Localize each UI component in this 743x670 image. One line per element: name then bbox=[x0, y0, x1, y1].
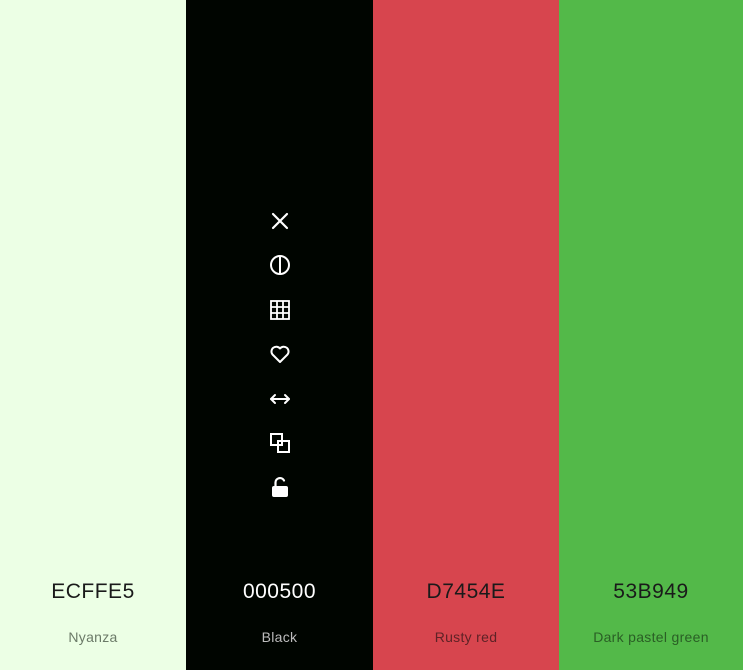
swatch-color-name[interactable]: Dark pastel green bbox=[559, 629, 743, 645]
favorite-button[interactable] bbox=[265, 339, 295, 369]
drag-button[interactable] bbox=[265, 384, 295, 414]
remove-color-button[interactable] bbox=[265, 206, 295, 236]
swatch-toolbar bbox=[186, 206, 373, 517]
swatch-hex-code[interactable]: D7454E bbox=[373, 580, 559, 604]
close-icon bbox=[271, 212, 288, 230]
view-shades-button[interactable] bbox=[265, 250, 295, 280]
copy-icon bbox=[269, 432, 290, 453]
swatch-hex-code[interactable]: ECFFE5 bbox=[0, 580, 186, 604]
swatch-hex-code[interactable]: 000500 bbox=[186, 580, 373, 604]
shades-grid-button[interactable] bbox=[265, 295, 295, 325]
color-palette: ECFFE5 Nyanza 000500 Black D7454E Rusty … bbox=[0, 0, 743, 670]
swatch-color-name[interactable]: Black bbox=[186, 629, 373, 645]
lock-color-button[interactable] bbox=[265, 472, 295, 502]
swatch-nyanza[interactable]: ECFFE5 Nyanza bbox=[0, 0, 186, 670]
swatch-hex-code[interactable]: 53B949 bbox=[559, 580, 743, 604]
copy-hex-button[interactable] bbox=[265, 428, 295, 458]
drag-arrows-icon bbox=[269, 393, 290, 404]
swatch-rusty-red[interactable]: D7454E Rusty red bbox=[373, 0, 559, 670]
swatch-color-name[interactable]: Nyanza bbox=[0, 629, 186, 645]
swatch-black[interactable]: 000500 Black bbox=[186, 0, 373, 670]
swatch-color-name[interactable]: Rusty red bbox=[373, 629, 559, 645]
contrast-icon bbox=[269, 255, 290, 276]
heart-icon bbox=[269, 345, 290, 364]
grid-icon bbox=[269, 299, 290, 320]
unlock-icon bbox=[271, 477, 288, 498]
swatch-dark-pastel-green[interactable]: 53B949 Dark pastel green bbox=[559, 0, 743, 670]
